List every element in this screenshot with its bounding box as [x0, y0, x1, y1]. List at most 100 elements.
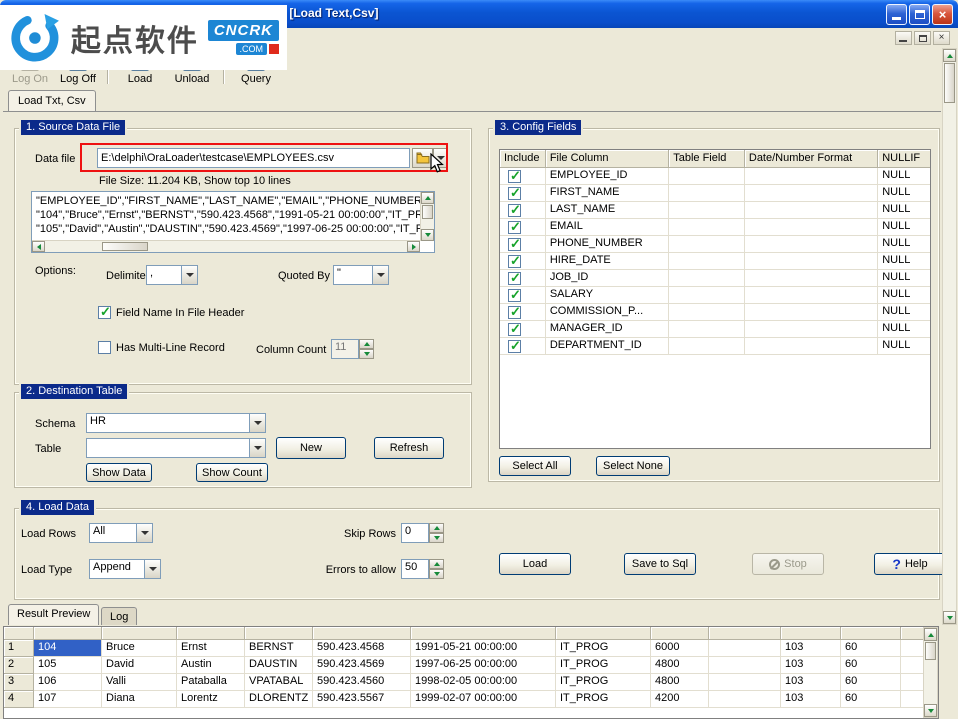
multiline-record-checkbox-row[interactable]: Has Multi-Line Record	[98, 341, 225, 354]
minimize-button[interactable]	[886, 4, 907, 25]
spin-up-button[interactable]	[429, 559, 444, 569]
include-checkbox[interactable]	[508, 323, 521, 336]
include-checkbox[interactable]	[508, 187, 521, 200]
result-grid-cell[interactable]: 590.423.4568	[313, 640, 411, 657]
format-cell[interactable]	[745, 304, 878, 321]
row-number-cell[interactable]: 2	[4, 657, 34, 674]
file-column-cell[interactable]: MANAGER_ID	[546, 321, 669, 338]
field-name-header-checkbox[interactable]	[98, 306, 111, 319]
result-grid-cell[interactable]: Ernst	[177, 640, 245, 657]
csv-preview-memo[interactable]: "EMPLOYEE_ID","FIRST_NAME","LAST_NAME","…	[31, 191, 435, 253]
config-fields-grid[interactable]: Include File Column Table Field Date/Num…	[499, 149, 931, 449]
spin-up-button[interactable]	[429, 523, 444, 533]
result-grid-cell[interactable]: Diana	[102, 691, 177, 708]
result-grid-cell[interactable]: Bruce	[102, 640, 177, 657]
spin-down-button[interactable]	[429, 569, 444, 579]
include-checkbox[interactable]	[508, 289, 521, 302]
include-cell[interactable]	[500, 321, 546, 338]
quoted-by-combo[interactable]: "	[333, 265, 389, 285]
skip-rows-spinner[interactable]: 0	[401, 523, 444, 543]
help-button[interactable]: ? Help	[874, 553, 946, 575]
result-grid-cell[interactable]	[709, 657, 781, 674]
nullif-cell[interactable]: NULL	[878, 168, 930, 185]
show-data-button[interactable]: Show Data	[86, 463, 152, 482]
child-restore-button[interactable]	[914, 31, 931, 45]
select-none-button[interactable]: Select None	[596, 456, 670, 476]
result-grid-cell[interactable]: DLORENTZ	[245, 691, 313, 708]
include-cell[interactable]	[500, 185, 546, 202]
new-button[interactable]: New	[276, 437, 346, 459]
result-grid-cell[interactable]: IT_PROG	[556, 640, 651, 657]
nullif-cell[interactable]: NULL	[878, 338, 930, 355]
result-grid-cell[interactable]: 104	[34, 640, 102, 657]
result-grid-cell[interactable]: 103	[781, 657, 841, 674]
chevron-down-icon[interactable]	[144, 560, 160, 578]
include-cell[interactable]	[500, 202, 546, 219]
skip-rows-value[interactable]: 0	[401, 523, 429, 543]
table-field-cell[interactable]	[669, 168, 745, 185]
table-field-cell[interactable]	[669, 253, 745, 270]
nullif-cell[interactable]: NULL	[878, 321, 930, 338]
grid-vertical-scrollbar[interactable]	[923, 627, 938, 718]
result-grid-cell[interactable]	[709, 640, 781, 657]
result-grid-cell[interactable]: 4200	[651, 691, 709, 708]
include-checkbox[interactable]	[508, 204, 521, 217]
chevron-down-icon[interactable]	[136, 524, 152, 542]
result-grid-cell[interactable]: 103	[781, 674, 841, 691]
multiline-record-checkbox[interactable]	[98, 341, 111, 354]
include-checkbox[interactable]	[508, 238, 521, 251]
format-cell[interactable]	[745, 321, 878, 338]
tab-log[interactable]: Log	[101, 607, 137, 625]
include-cell[interactable]	[500, 219, 546, 236]
result-grid-cell[interactable]: Lorentz	[177, 691, 245, 708]
include-cell[interactable]	[500, 270, 546, 287]
include-cell[interactable]	[500, 304, 546, 321]
result-grid-cell[interactable]: 60	[841, 657, 901, 674]
chevron-down-icon[interactable]	[249, 439, 265, 457]
result-grid-cell[interactable]: 590.423.5567	[313, 691, 411, 708]
result-grid-cell[interactable]: 1998-02-05 00:00:00	[411, 674, 556, 691]
table-field-cell[interactable]	[669, 270, 745, 287]
include-checkbox[interactable]	[508, 272, 521, 285]
memo-vertical-scrollbar[interactable]	[420, 192, 434, 241]
restore-button[interactable]	[909, 4, 930, 25]
include-checkbox[interactable]	[508, 170, 521, 183]
result-grid-cell[interactable]: Pataballa	[177, 674, 245, 691]
format-cell[interactable]	[745, 338, 878, 355]
result-grid-cell[interactable]: Austin	[177, 657, 245, 674]
result-grid-cell[interactable]: 4800	[651, 657, 709, 674]
result-grid-cell[interactable]: 60	[841, 691, 901, 708]
chevron-down-icon[interactable]	[249, 414, 265, 432]
file-history-dropdown-button[interactable]	[433, 148, 448, 168]
include-cell[interactable]	[500, 168, 546, 185]
table-combo[interactable]	[86, 438, 266, 458]
nullif-cell[interactable]: NULL	[878, 236, 930, 253]
table-field-cell[interactable]	[669, 236, 745, 253]
form-vertical-scrollbar[interactable]	[942, 48, 957, 625]
table-field-cell[interactable]	[669, 185, 745, 202]
close-button[interactable]: ×	[932, 4, 953, 25]
nullif-cell[interactable]: NULL	[878, 202, 930, 219]
format-cell[interactable]	[745, 202, 878, 219]
file-column-cell[interactable]: HIRE_DATE	[546, 253, 669, 270]
format-cell[interactable]	[745, 185, 878, 202]
chevron-down-icon[interactable]	[181, 266, 197, 284]
file-column-cell[interactable]: JOB_ID	[546, 270, 669, 287]
file-column-cell[interactable]: PHONE_NUMBER	[546, 236, 669, 253]
scroll-down-button[interactable]	[943, 611, 956, 624]
file-column-cell[interactable]: DEPARTMENT_ID	[546, 338, 669, 355]
tab-result-preview[interactable]: Result Preview	[8, 604, 99, 625]
file-column-cell[interactable]: LAST_NAME	[546, 202, 669, 219]
select-all-button[interactable]: Select All	[499, 456, 571, 476]
table-field-cell[interactable]	[669, 338, 745, 355]
result-grid-cell[interactable]: IT_PROG	[556, 657, 651, 674]
scroll-up-button[interactable]	[421, 192, 434, 204]
include-cell[interactable]	[500, 338, 546, 355]
include-cell[interactable]	[500, 236, 546, 253]
errors-to-allow-value[interactable]: 50	[401, 559, 429, 579]
result-grid-cell[interactable]: 107	[34, 691, 102, 708]
errors-to-allow-spinner[interactable]: 50	[401, 559, 444, 579]
result-grid-cell[interactable]: 590.423.4569	[313, 657, 411, 674]
format-cell[interactable]	[745, 287, 878, 304]
table-field-cell[interactable]	[669, 321, 745, 338]
